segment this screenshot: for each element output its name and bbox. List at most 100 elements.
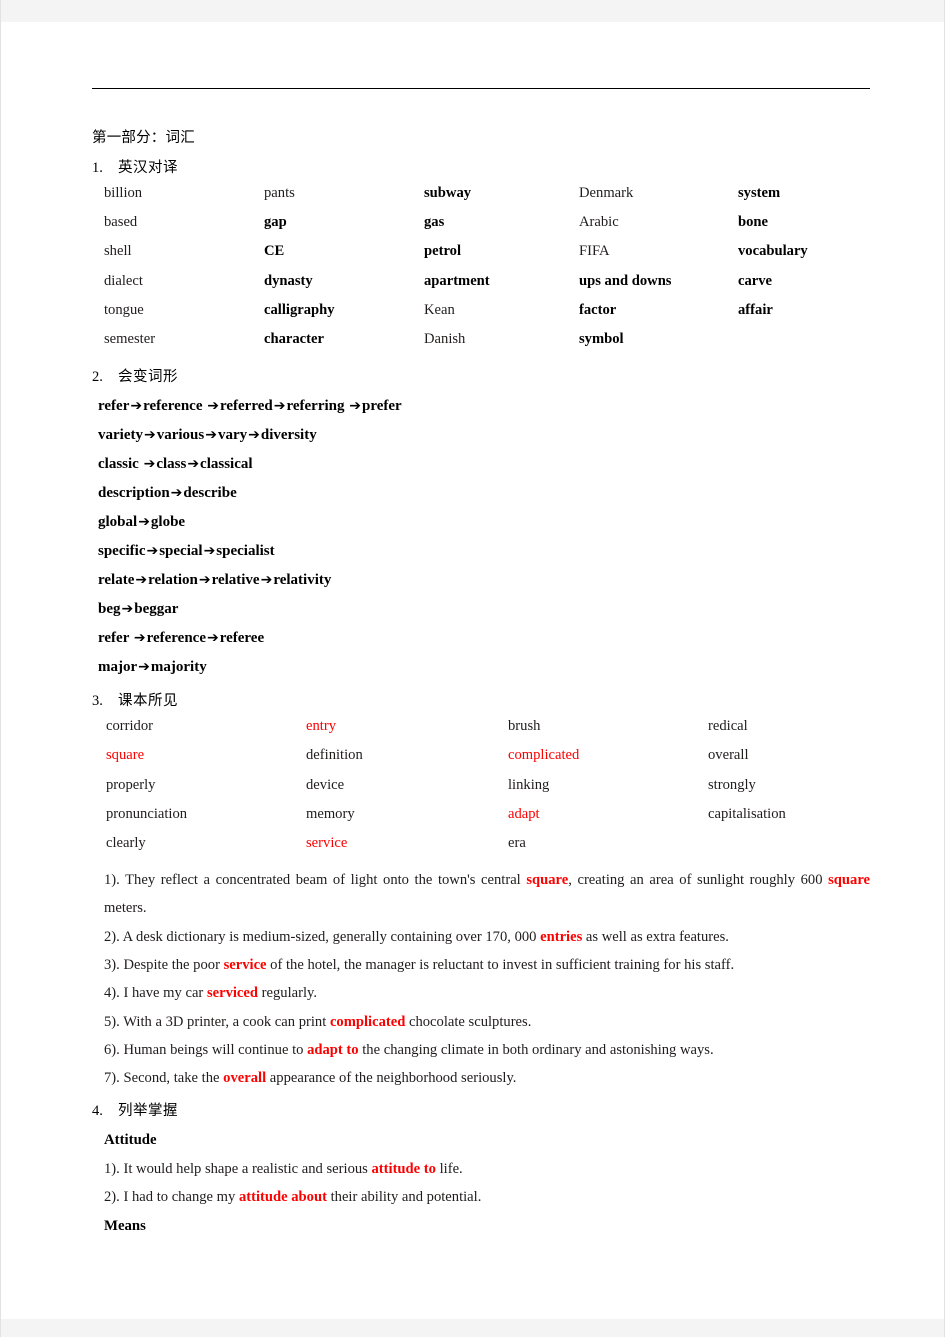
vocabulary-word: Danish bbox=[424, 330, 466, 347]
arrow-right-icon: ➔ bbox=[273, 398, 286, 415]
section-number-3: 3. bbox=[92, 693, 103, 710]
header-horizontal-rule bbox=[92, 88, 870, 89]
arrow-right-icon: ➔ bbox=[146, 543, 159, 560]
vocabulary-word: linking bbox=[508, 776, 550, 793]
collocation-heading: Attitude bbox=[104, 1132, 157, 1149]
highlighted-term: overall bbox=[223, 1070, 267, 1087]
vocabulary-word: shell bbox=[104, 243, 132, 260]
chain-word: referred bbox=[219, 398, 273, 415]
example-sentence: 4). I have my car serviced regularly. bbox=[92, 979, 870, 1007]
vocabulary-word: subway bbox=[424, 185, 472, 201]
collocation-heading: Means bbox=[104, 1217, 146, 1234]
chain-word: referring bbox=[286, 398, 349, 415]
sentence-text: chocolate sculptures. bbox=[405, 1013, 532, 1030]
sentence-index: 6). bbox=[104, 1041, 124, 1058]
word-form-chain: refer ➔reference➔referee bbox=[92, 624, 870, 653]
vocabulary-row: billion pants subway Denmark system bbox=[92, 183, 870, 212]
vocabulary-word: capitalisation bbox=[708, 805, 786, 822]
section-label-3: 课本所见 bbox=[118, 693, 178, 710]
vocabulary-word: petrol bbox=[424, 243, 462, 260]
chain-word: beg bbox=[98, 601, 121, 618]
vocabulary-row: corridor entry brush redical bbox=[92, 716, 870, 745]
vocabulary-row: tongue calligraphy Kean factor affair bbox=[92, 300, 870, 329]
arrow-right-icon: ➔ bbox=[130, 398, 143, 415]
vocabulary-word: Denmark bbox=[579, 185, 634, 201]
part-title: 第一部分：词汇 bbox=[92, 130, 195, 146]
vocabulary-row: square definition complicated overall bbox=[92, 745, 870, 774]
vocabulary-word: square bbox=[106, 747, 145, 764]
chain-word: relative bbox=[211, 572, 260, 589]
vocabulary-word: tongue bbox=[104, 301, 144, 318]
chain-word: description bbox=[98, 485, 170, 502]
arrow-right-icon: ➔ bbox=[143, 456, 156, 473]
arrow-right-icon: ➔ bbox=[138, 659, 150, 676]
arrow-right-icon: ➔ bbox=[206, 630, 219, 647]
document-body: 第一部分：词汇 1. 英汉对译 billion pants subway Denmar… bbox=[92, 126, 870, 1240]
section-number-2: 2. bbox=[92, 369, 103, 386]
word-form-chain: description➔describe bbox=[92, 479, 870, 508]
chain-word: relate bbox=[98, 572, 135, 589]
chain-word: variety bbox=[98, 427, 143, 444]
vocabulary-word: brush bbox=[508, 718, 541, 735]
section-heading-3: 3. 课本所见 bbox=[92, 689, 870, 710]
sentence-text: A desk dictionary is medium-sized, gener… bbox=[122, 928, 541, 945]
section-number-1: 1. bbox=[92, 160, 103, 176]
section-heading-1: 1. 英汉对译 bbox=[92, 156, 870, 177]
chain-word: specific bbox=[98, 543, 146, 560]
vocabulary-word: complicated bbox=[508, 747, 580, 764]
example-sentence-list-textbook: 1). They reflect a concentrated beam of … bbox=[92, 866, 870, 1092]
sentence-text: With a 3D printer, a cook can print bbox=[123, 1013, 330, 1030]
vocabulary-word: gas bbox=[424, 214, 445, 231]
vocabulary-word: corridor bbox=[106, 718, 154, 735]
vocabulary-word: affair bbox=[738, 301, 773, 318]
vocabulary-row: properly device linking strongly bbox=[92, 775, 870, 804]
vocabulary-word: CE bbox=[264, 243, 285, 260]
collocation-example-sentence: 2). I had to change my attitude about th… bbox=[92, 1183, 870, 1211]
chain-word: relativity bbox=[273, 572, 332, 589]
vocabulary-word: memory bbox=[306, 805, 355, 822]
chain-word: refer bbox=[98, 630, 133, 647]
sentence-index: 7). bbox=[104, 1070, 124, 1087]
highlighted-term: square bbox=[526, 872, 569, 889]
chain-word: referee bbox=[219, 630, 265, 647]
chain-word: reference bbox=[146, 630, 206, 647]
collocation-example-sentence: 1). It would help shape a realistic and … bbox=[92, 1155, 870, 1183]
chain-word: classic bbox=[98, 456, 143, 473]
vocabulary-word: based bbox=[104, 214, 138, 231]
arrow-right-icon: ➔ bbox=[248, 427, 260, 444]
vocabulary-word: pants bbox=[264, 185, 295, 201]
example-sentence: 2). A desk dictionary is medium-sized, g… bbox=[92, 923, 870, 951]
sentence-index: 5). bbox=[104, 1013, 124, 1030]
vocabulary-word: era bbox=[508, 834, 526, 851]
highlighted-term: square bbox=[828, 872, 871, 889]
vocabulary-word: system bbox=[738, 185, 781, 201]
sentence-text: regularly. bbox=[258, 985, 318, 1002]
sentence-text: Human beings will continue to bbox=[123, 1041, 308, 1058]
chain-word: global bbox=[98, 514, 138, 531]
sentence-text: their ability and potential. bbox=[326, 1189, 482, 1206]
section-number-4: 4. bbox=[92, 1103, 103, 1120]
word-form-chain: classic ➔class➔classical bbox=[92, 450, 870, 479]
vocabulary-grid-textbook: corridor entry brush redical square definitio… bbox=[92, 716, 870, 862]
arrow-right-icon: ➔ bbox=[349, 398, 361, 415]
arrow-right-icon: ➔ bbox=[198, 572, 211, 589]
word-form-chain: refer➔reference ➔referred➔referring ➔pre… bbox=[92, 392, 870, 421]
chain-word: vary bbox=[217, 427, 248, 444]
vocabulary-word: overall bbox=[708, 747, 749, 764]
highlighted-term: entries bbox=[540, 928, 583, 945]
vocabulary-row: pronunciation memory adapt capitalisation bbox=[92, 804, 870, 833]
arrow-right-icon: ➔ bbox=[260, 572, 273, 589]
vocabulary-word: pronunciation bbox=[106, 805, 188, 822]
chain-word: diversity bbox=[260, 427, 317, 444]
vocabulary-word: Arabic bbox=[579, 214, 619, 231]
vocabulary-word: semester bbox=[104, 330, 156, 347]
chain-word: reference bbox=[143, 398, 207, 415]
chain-word: major bbox=[98, 659, 138, 676]
sentence-text: It would help shape a realistic and seri… bbox=[123, 1160, 372, 1177]
chain-word: globe bbox=[150, 514, 186, 531]
document-page: 第一部分：词汇 1. 英汉对译 billion pants subway Denmar… bbox=[0, 0, 945, 1337]
chain-word: beggar bbox=[134, 601, 179, 618]
chain-word: special bbox=[159, 543, 203, 560]
vocabulary-word: symbol bbox=[579, 330, 624, 347]
sentence-text: appearance of the neighborhood seriously… bbox=[266, 1070, 517, 1087]
